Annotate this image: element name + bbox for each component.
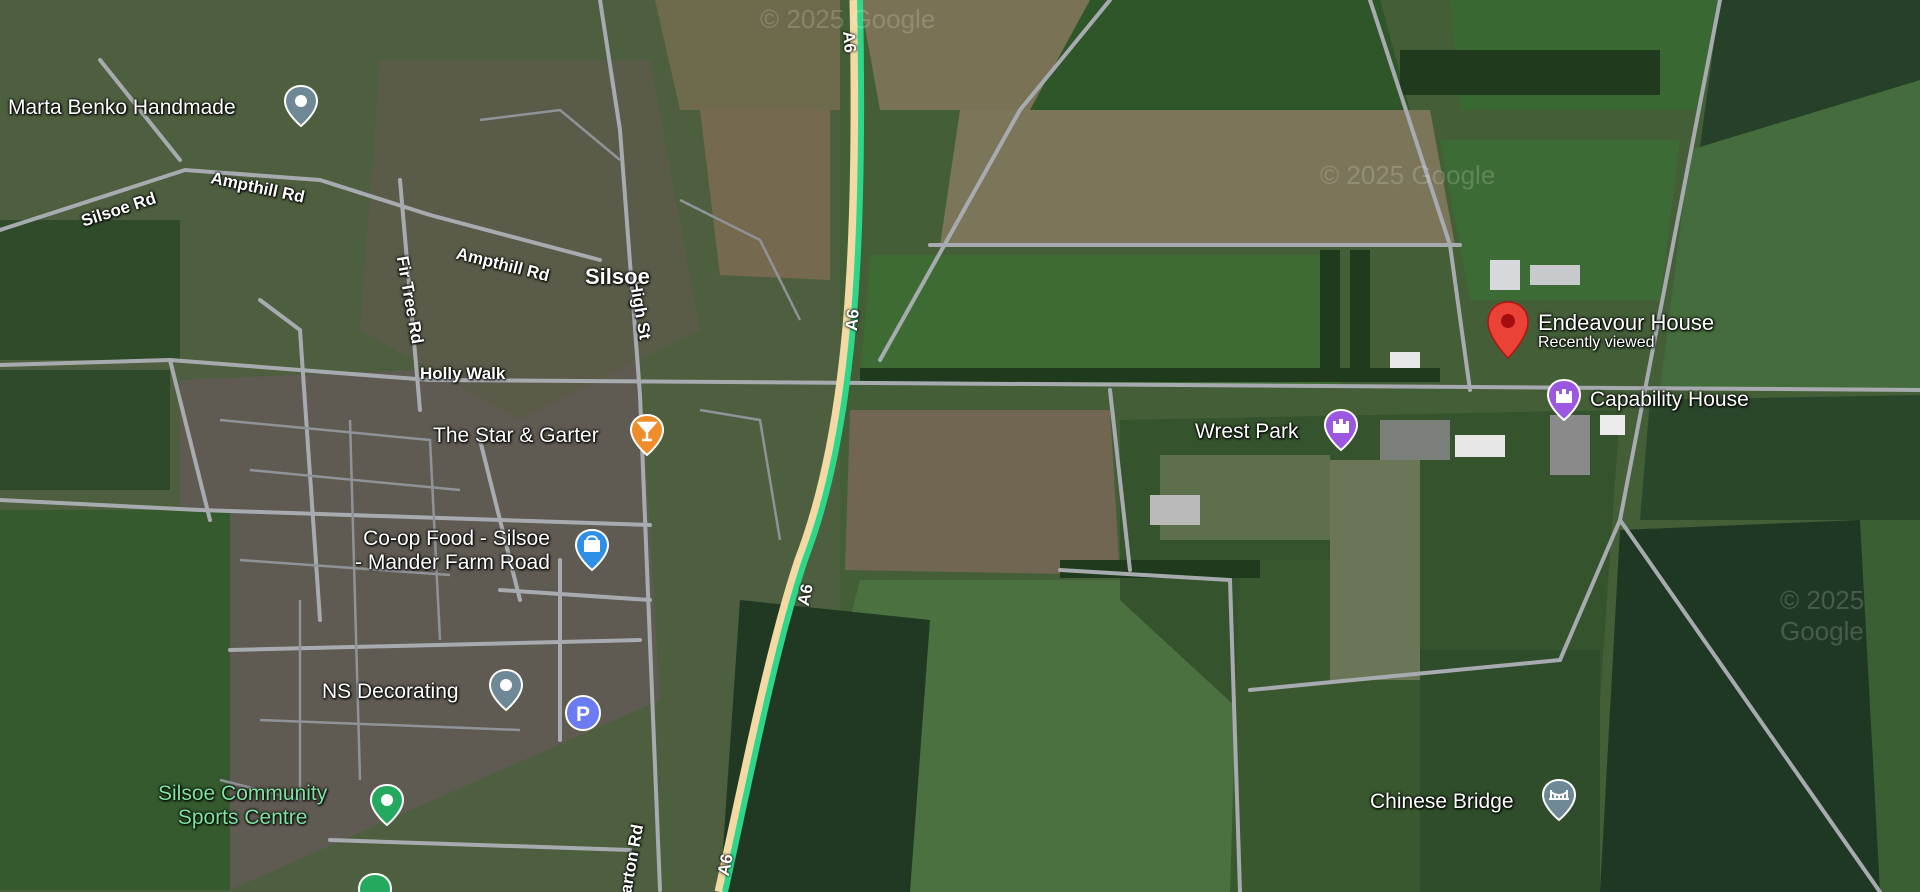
road-label-a6: A6 [841, 308, 863, 332]
place-sublabel-recently-viewed: Recently viewed [1538, 334, 1655, 351]
shopping-bag-icon [574, 528, 610, 572]
pin-icon [369, 783, 405, 827]
pin-icon [357, 872, 393, 892]
place-marker-partial[interactable] [356, 872, 394, 892]
place-label-marta-benko-handmade[interactable]: Marta Benko Handmade [8, 96, 236, 120]
castle-icon [1323, 408, 1359, 452]
place-marker-star-and-garter[interactable] [628, 413, 666, 457]
map-watermark: © 2025 Google [1780, 585, 1865, 646]
place-marker-silsoe-community-sports-centre[interactable] [368, 783, 406, 827]
place-label-chinese-bridge[interactable]: Chinese Bridge [1370, 790, 1514, 814]
place-marker-wrest-park[interactable] [1322, 408, 1360, 452]
bridge-icon [1541, 778, 1577, 822]
cocktail-icon [629, 413, 665, 457]
coop-label-line2: - Mander Farm Road [355, 551, 550, 574]
place-marker-chinese-bridge[interactable] [1540, 778, 1578, 822]
place-marker-marta-benko-handmade[interactable] [282, 84, 320, 128]
map-watermark: © 2025 Google [1320, 160, 1496, 190]
map-canvas[interactable]: © 2025 Google © 2025 Google © 2025 Googl… [0, 0, 1920, 892]
parking-icon[interactable]: P [565, 695, 601, 731]
place-marker-coop-food[interactable] [573, 528, 611, 572]
place-marker-ns-decorating[interactable] [487, 668, 525, 712]
red-marker-icon [1487, 301, 1529, 360]
sports-label-line1: Silsoe Community [158, 782, 328, 805]
place-label-coop-food[interactable]: Co-op Food - Silsoe - Mander Farm Road [355, 527, 550, 575]
place-label-ns-decorating[interactable]: NS Decorating [322, 680, 459, 704]
road-label-a6: A6 [838, 30, 860, 54]
road-label-holly-walk: Holly Walk [420, 364, 506, 383]
place-label-star-and-garter[interactable]: The Star & Garter [433, 424, 599, 448]
place-label-silsoe-community-sports-centre[interactable]: Silsoe Community Sports Centre [158, 782, 327, 830]
pin-icon [283, 84, 319, 128]
town-label-silsoe[interactable]: Silsoe [585, 264, 650, 290]
place-marker-capability-house[interactable] [1545, 378, 1583, 422]
castle-icon [1546, 378, 1582, 422]
place-label-capability-house[interactable]: Capability House [1590, 388, 1749, 412]
place-label-wrest-park[interactable]: Wrest Park [1195, 420, 1298, 444]
place-label-endeavour-house[interactable]: Endeavour House [1538, 310, 1714, 336]
coop-label-line1: Co-op Food - Silsoe [363, 527, 550, 550]
pin-icon [488, 668, 524, 712]
selected-place-marker-endeavour-house[interactable] [1486, 300, 1530, 360]
satellite-imagery [0, 0, 1920, 892]
sports-label-line2: Sports Centre [177, 806, 308, 829]
